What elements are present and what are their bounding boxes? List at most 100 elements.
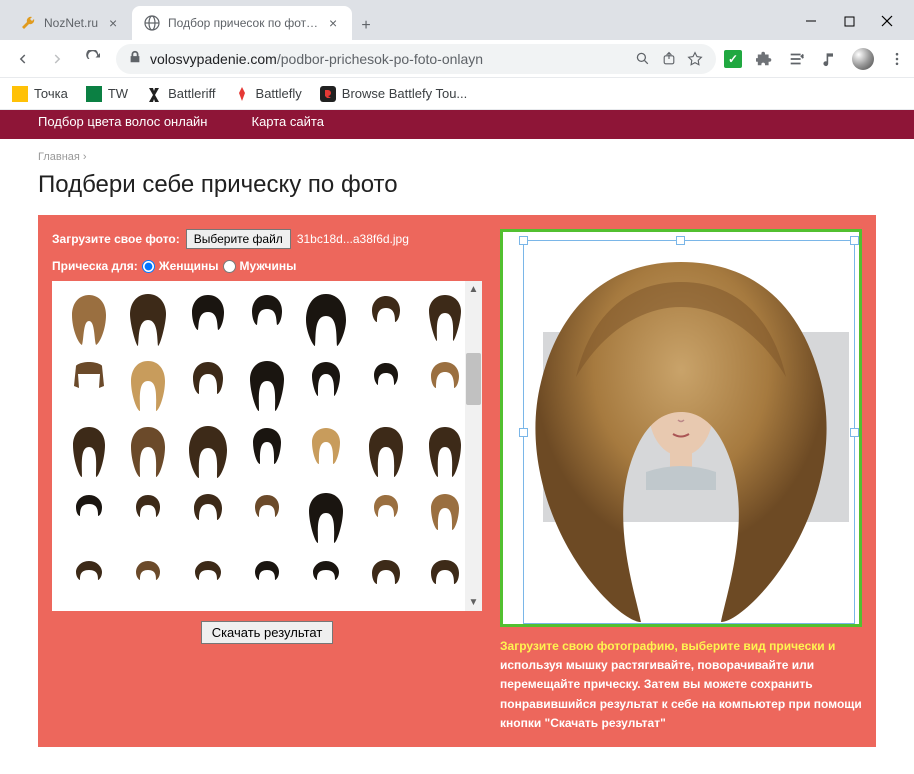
breadcrumb-home[interactable]: Главная [38, 151, 80, 163]
forward-button[interactable] [44, 45, 72, 73]
gallery-scrollbar[interactable]: ▲ ▼ [465, 281, 482, 611]
hairstyle-option[interactable] [119, 289, 176, 351]
tab-noznet[interactable]: NozNet.ru × [8, 6, 132, 40]
bookmark-label: Battlefly [256, 86, 302, 101]
resize-handle[interactable] [850, 428, 859, 437]
bookmark-battleriff[interactable]: Battleriff [146, 86, 215, 102]
resize-handle[interactable] [519, 428, 528, 437]
scroll-down-icon[interactable]: ▼ [465, 594, 482, 611]
bookmark-label: Battleriff [168, 86, 215, 101]
hairstyle-option[interactable] [357, 487, 414, 549]
hairstyle-option[interactable] [119, 553, 176, 611]
hairstyle-option[interactable] [298, 289, 355, 351]
bookmark-battlefy[interactable]: Browse Battlefy Tou... [320, 86, 468, 102]
resize-handle[interactable] [519, 236, 528, 245]
extension-music-icon[interactable] [820, 50, 838, 68]
bookmark-tochka[interactable]: Точка [12, 86, 68, 102]
gender-female-radio[interactable] [142, 260, 155, 273]
bookmark-icon [320, 86, 336, 102]
hairstyle-option[interactable] [119, 421, 176, 483]
bookmark-icon [234, 86, 250, 102]
hairstyle-option[interactable] [179, 355, 236, 417]
wrench-icon [20, 15, 36, 31]
hairstyle-option[interactable] [238, 487, 295, 549]
hairstyle-overlay[interactable] [511, 252, 851, 627]
gender-female-label: Женщины [159, 259, 219, 273]
nav-link[interactable]: Подбор цвета волос онлайн [38, 114, 208, 129]
upload-label: Загрузите свое фото: [52, 232, 180, 246]
hairstyle-option[interactable] [357, 355, 414, 417]
hairstyle-option[interactable] [298, 487, 355, 549]
reload-button[interactable] [80, 45, 108, 73]
gender-male-label: Мужчины [240, 259, 297, 273]
resize-handle[interactable] [676, 236, 685, 245]
preview-canvas[interactable] [500, 229, 862, 627]
hairstyle-option[interactable] [179, 421, 236, 483]
page-title: Подбери себе прическу по фото [38, 171, 876, 199]
hairstyle-option[interactable] [298, 355, 355, 417]
instructions-text: Загрузите свою фотографию, выберите вид … [500, 637, 862, 733]
tab-title: NozNet.ru [44, 16, 98, 30]
nav-link[interactable]: Карта сайта [252, 114, 324, 129]
selected-file-name: 31bc18d...a38f6d.jpg [297, 232, 409, 246]
hairstyle-option[interactable] [357, 289, 414, 351]
hairstyle-option[interactable] [298, 421, 355, 483]
window-close-icon[interactable] [880, 14, 894, 28]
hairstyle-option[interactable] [179, 553, 236, 611]
gender-male-radio[interactable] [223, 260, 236, 273]
hairstyle-option[interactable] [238, 553, 295, 611]
tab-title: Подбор причесок по фото онл [168, 16, 318, 30]
hairstyle-option[interactable] [179, 487, 236, 549]
back-button[interactable] [8, 45, 36, 73]
download-result-button[interactable]: Скачать результат [201, 621, 334, 644]
choose-file-button[interactable]: Выберите файл [186, 229, 291, 249]
maximize-icon[interactable] [842, 14, 856, 28]
url-text: volosvypadenie.com/podbor-prichesok-po-f… [150, 51, 626, 67]
lock-icon [128, 50, 142, 67]
hairstyle-option[interactable] [60, 289, 117, 351]
breadcrumb: Главная › [38, 151, 876, 163]
hairstyle-option[interactable] [119, 487, 176, 549]
hairstyle-option[interactable] [60, 355, 117, 417]
hairstyle-option[interactable] [238, 421, 295, 483]
extension-list-icon[interactable] [788, 50, 806, 68]
profile-avatar[interactable] [852, 48, 874, 70]
menu-icon[interactable] [888, 50, 906, 68]
resize-handle[interactable] [850, 236, 859, 245]
close-icon[interactable]: × [106, 16, 120, 30]
close-icon[interactable]: × [326, 16, 340, 30]
bookmark-battlefly[interactable]: Battlefly [234, 86, 302, 102]
new-tab-button[interactable]: + [352, 12, 380, 40]
minimize-icon[interactable] [804, 14, 818, 28]
bookmark-label: Browse Battlefy Tou... [342, 86, 468, 101]
bookmark-icon [86, 86, 102, 102]
extension-puzzle-icon[interactable] [756, 50, 774, 68]
hairstyle-option[interactable] [60, 553, 117, 611]
bookmark-tw[interactable]: TW [86, 86, 128, 102]
hairstyle-gallery [52, 281, 482, 611]
hairstyle-option[interactable] [298, 553, 355, 611]
hairstyle-option[interactable] [119, 355, 176, 417]
hairstyle-option[interactable] [238, 289, 295, 351]
scrollbar-thumb[interactable] [466, 353, 481, 405]
scroll-up-icon[interactable]: ▲ [465, 281, 482, 298]
hairstyle-option[interactable] [60, 421, 117, 483]
tab-active[interactable]: Подбор причесок по фото онл × [132, 6, 352, 40]
bookmark-label: Точка [34, 86, 68, 101]
globe-icon [144, 15, 160, 31]
share-icon[interactable] [660, 51, 678, 67]
hairstyle-option[interactable] [60, 487, 117, 549]
bookmark-icon [146, 86, 162, 102]
bookmark-label: TW [108, 86, 128, 101]
hairstyle-option[interactable] [238, 355, 295, 417]
search-in-page-icon[interactable] [634, 51, 652, 67]
hairstyle-option[interactable] [357, 553, 414, 611]
site-navigation: Подбор цвета волос онлайн Карта сайта [0, 110, 914, 139]
address-bar[interactable]: volosvypadenie.com/podbor-prichesok-po-f… [116, 44, 716, 74]
extension-adblock-icon[interactable]: ✓ [724, 50, 742, 68]
hairstyle-option[interactable] [179, 289, 236, 351]
hairstyle-option[interactable] [357, 421, 414, 483]
gender-label: Прическа для: [52, 259, 138, 273]
star-icon[interactable] [686, 51, 704, 67]
bookmark-icon [12, 86, 28, 102]
